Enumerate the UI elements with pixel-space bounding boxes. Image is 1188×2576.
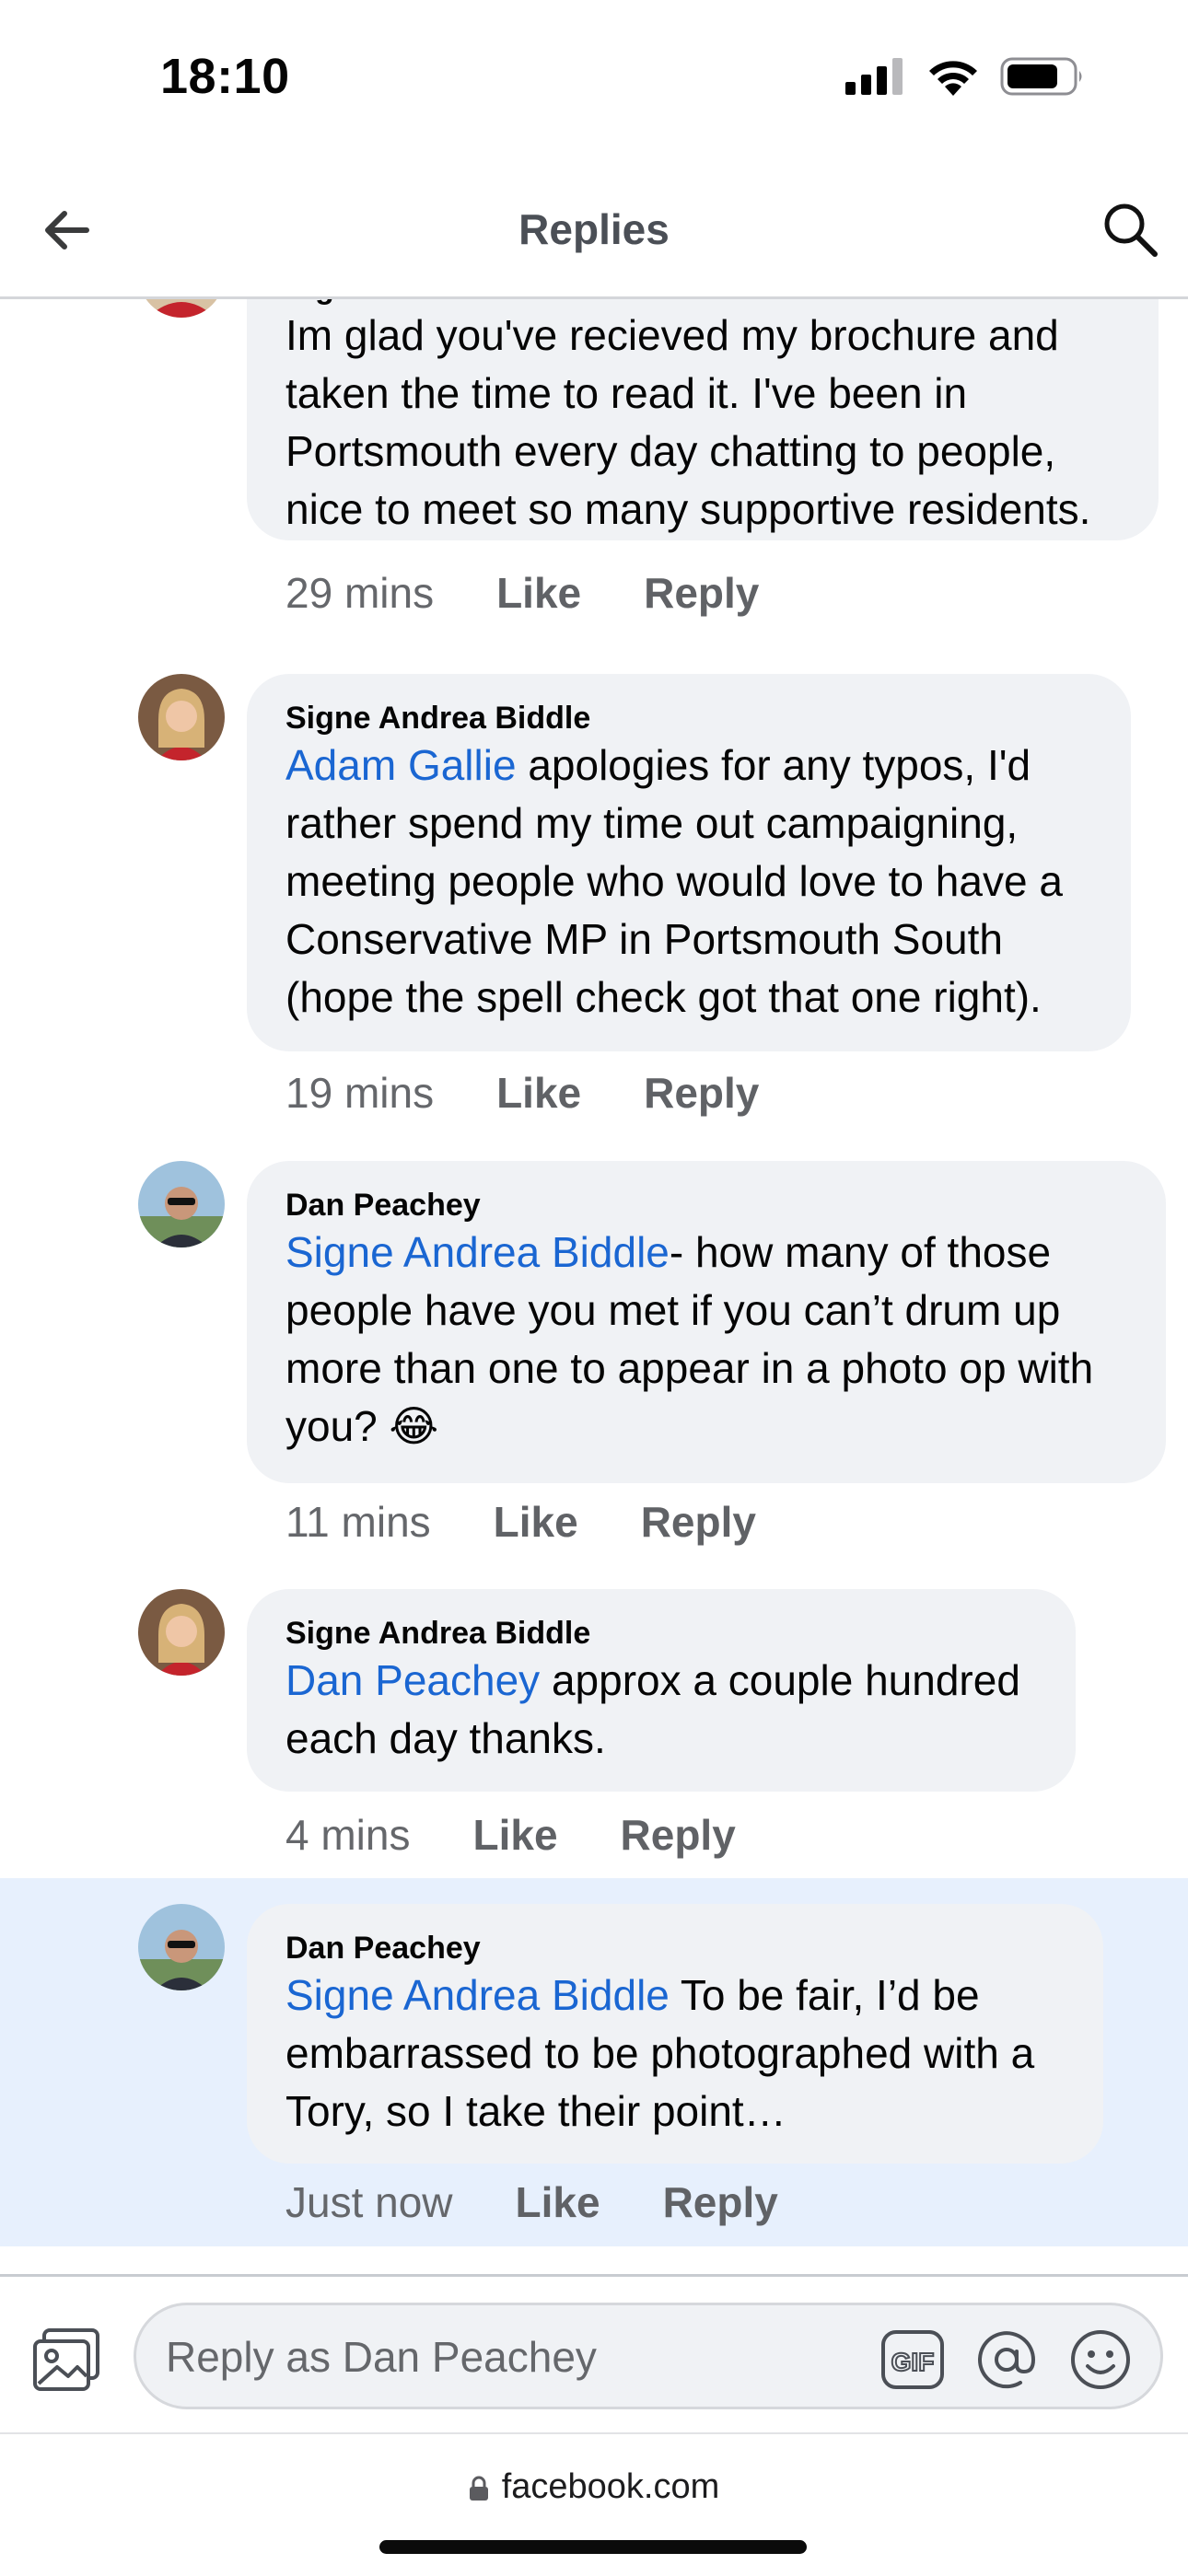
avatar[interactable] xyxy=(138,1589,225,1676)
avatar-photo xyxy=(138,1161,225,1247)
comment-text: Adam Gallie apologies for any typos, I'd… xyxy=(285,741,1063,1021)
lock-icon xyxy=(469,2476,488,2501)
comment-bubble[interactable]: Dan Peachey Signe Andrea Biddle To be fa… xyxy=(247,1904,1103,2164)
svg-text:GIF: GIF xyxy=(891,2348,935,2376)
comment-thread: Signe Andrea Biddle Im glad you've recie… xyxy=(0,299,1188,2274)
comment-item-new: Dan Peachey Signe Andrea Biddle To be fa… xyxy=(0,1878,1188,2246)
comment-bubble[interactable]: Signe Andrea Biddle Im glad you've recie… xyxy=(247,299,1159,540)
comment-author[interactable]: Dan Peachey xyxy=(285,1930,1066,1967)
status-icons xyxy=(845,57,1085,96)
comment-bubble[interactable]: Signe Andrea Biddle Dan Peachey approx a… xyxy=(247,1589,1076,1792)
like-button[interactable]: Like xyxy=(496,1068,581,1118)
home-indicator[interactable] xyxy=(379,2540,807,2554)
battery-icon xyxy=(1000,57,1082,96)
avatar-photo xyxy=(138,1904,225,1990)
status-time: 18:10 xyxy=(160,49,290,104)
comment-text: Dan Peachey approx a couple hundred each… xyxy=(285,1656,1020,1762)
avatar[interactable] xyxy=(138,1161,225,1247)
comment-item: Signe Andrea Biddle Dan Peachey approx a… xyxy=(0,1589,1188,1882)
like-button[interactable]: Like xyxy=(472,1810,557,1860)
comment-timestamp[interactable]: 4 mins xyxy=(285,1810,410,1860)
replies-header: Replies xyxy=(0,166,1188,299)
reply-composer: GIF xyxy=(0,2274,1188,2435)
comment-actions: Just now Like Reply xyxy=(285,2177,778,2227)
reply-button[interactable]: Reply xyxy=(641,1497,756,1547)
comment-item: Signe Andrea Biddle Adam Gallie apologie… xyxy=(0,674,1188,1153)
comment-timestamp[interactable]: 29 mins xyxy=(285,568,434,618)
comment-actions: 29 mins Like Reply xyxy=(285,568,759,618)
status-bar: 18:10 xyxy=(0,0,1188,166)
like-button[interactable]: Like xyxy=(496,568,581,618)
comment-author[interactable]: Signe Andrea Biddle xyxy=(285,299,1122,307)
comment-actions: 4 mins Like Reply xyxy=(285,1810,736,1860)
comment-timestamp[interactable]: 11 mins xyxy=(285,1497,431,1547)
mention-icon[interactable] xyxy=(974,2327,1039,2392)
comment-mention[interactable]: Dan Peachey xyxy=(285,1656,540,1704)
browser-url-bar: facebook.com xyxy=(0,2432,1188,2576)
cellular-signal-icon xyxy=(845,58,903,95)
wifi-icon xyxy=(929,61,977,96)
reply-input[interactable] xyxy=(164,2326,886,2388)
page-title: Replies xyxy=(518,205,670,253)
reply-button[interactable]: Reply xyxy=(621,1810,736,1860)
avatar-photo xyxy=(138,1589,225,1676)
comment-mention[interactable]: Signe Andrea Biddle xyxy=(285,1228,670,1276)
comment-author[interactable]: Dan Peachey xyxy=(285,1187,1129,1224)
gif-icon[interactable]: GIF xyxy=(880,2327,945,2392)
url-domain: facebook.com xyxy=(501,2467,720,2506)
photo-attach-icon[interactable] xyxy=(31,2327,103,2395)
avatar-photo xyxy=(138,674,225,760)
comment-text: Signe Andrea Biddle- how many of those p… xyxy=(285,1228,1094,1450)
emoji-icon[interactable] xyxy=(1068,2327,1133,2392)
avatar-photo xyxy=(138,299,225,318)
comment-timestamp[interactable]: Just now xyxy=(285,2177,453,2227)
comment-author[interactable]: Signe Andrea Biddle xyxy=(285,1615,1039,1652)
url-display[interactable]: facebook.com xyxy=(0,2467,1188,2507)
reply-button[interactable]: Reply xyxy=(644,1068,759,1118)
avatar[interactable] xyxy=(138,299,225,318)
comment-timestamp[interactable]: 19 mins xyxy=(285,1068,434,1118)
reply-button[interactable]: Reply xyxy=(644,568,759,618)
comment-bubble[interactable]: Signe Andrea Biddle Adam Gallie apologie… xyxy=(247,674,1131,1051)
comment-bubble[interactable]: Dan Peachey Signe Andrea Biddle- how man… xyxy=(247,1161,1166,1483)
comment-text: Im glad you've recieved my brochure and … xyxy=(285,311,1091,533)
search-icon[interactable] xyxy=(1100,199,1160,260)
avatar[interactable] xyxy=(138,674,225,760)
comment-item: Dan Peachey Signe Andrea Biddle- how man… xyxy=(0,1161,1188,1589)
comment-text: Signe Andrea Biddle To be fair, I’d be e… xyxy=(285,1971,1035,2135)
like-button[interactable]: Like xyxy=(516,2177,600,2227)
comment-mention[interactable]: Adam Gallie xyxy=(285,741,517,789)
reply-input-container: GIF xyxy=(134,2303,1163,2409)
avatar[interactable] xyxy=(138,1904,225,1990)
comment-item: Signe Andrea Biddle Im glad you've recie… xyxy=(0,299,1188,667)
comment-author[interactable]: Signe Andrea Biddle xyxy=(285,700,1094,737)
reply-button[interactable]: Reply xyxy=(663,2177,778,2227)
like-button[interactable]: Like xyxy=(494,1497,578,1547)
comment-actions: 11 mins Like Reply xyxy=(285,1497,756,1547)
comment-actions: 19 mins Like Reply xyxy=(285,1068,759,1118)
comment-mention[interactable]: Signe Andrea Biddle xyxy=(285,1971,670,2019)
